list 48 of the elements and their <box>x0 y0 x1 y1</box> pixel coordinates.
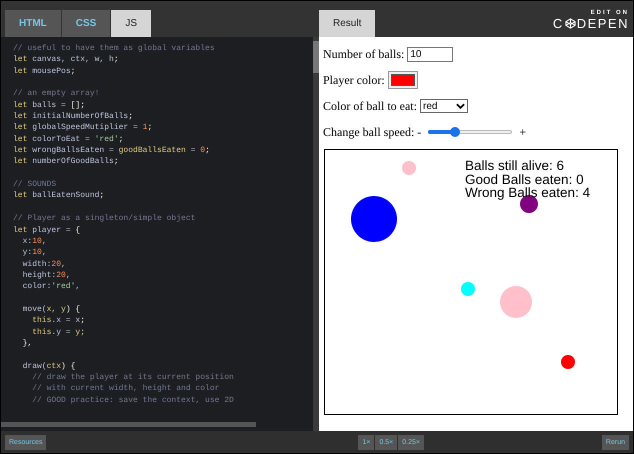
code-line: draw(ctx) { <box>22 360 76 372</box>
code-line: // draw the player at its current position <box>31 372 235 384</box>
code-line: let numberOfGoodBalls; <box>13 156 120 168</box>
field-label: + <box>519 124 526 140</box>
code-line: // with current width, height and color <box>31 383 220 395</box>
code-line: // an empty array! <box>13 88 100 100</box>
editor-tab[interactable]: HTML <box>5 10 61 37</box>
score-text: Wrong Balls eaten: 4 <box>465 186 590 200</box>
code-line: let mousePos; <box>13 66 76 78</box>
code-line: let player = { <box>13 224 82 236</box>
select-dropdown[interactable]: red <box>420 99 468 113</box>
code-line: // SOUNDS <box>13 179 58 190</box>
code-line: }, <box>22 338 34 350</box>
scrollbar[interactable] <box>313 41 319 73</box>
scrollbar[interactable] <box>1 422 256 427</box>
code-line: y:10, <box>22 247 48 259</box>
editor-tab[interactable]: CSS <box>62 10 110 37</box>
number-field[interactable]: 10 <box>407 46 454 62</box>
code-line: height:20, <box>22 270 72 282</box>
cube-icon <box>564 18 576 29</box>
score-text: Balls still alive: 6 <box>465 159 566 172</box>
field-label: Number of balls: <box>323 46 404 62</box>
code-line: // Player as a singleton/simple object <box>13 213 196 224</box>
caret-icon <box>456 103 465 109</box>
field-label: Color of ball to eat: <box>323 98 417 114</box>
code-line: // GOOD practice: save the context, use 2D <box>31 394 235 406</box>
score-text: Good Balls eaten: 0 <box>465 172 585 186</box>
code-line: width:20, <box>22 258 67 270</box>
logo-text: C <box>552 16 564 31</box>
code-line: let colorToEat = 'red'; <box>13 134 124 146</box>
color-picker[interactable] <box>388 71 418 89</box>
code-line: // useful to have them as global variables <box>13 43 216 54</box>
code-line: x:10, <box>22 236 48 248</box>
field-label: Player color: <box>323 72 385 88</box>
code-line: let ballEatenSound; <box>13 190 106 202</box>
code-line: color:'red', <box>22 281 82 293</box>
editor-tab[interactable]: JS <box>111 10 152 37</box>
code-line: let wrongBallsEaten = goodBallsEaten = 0; <box>13 145 211 156</box>
logo-text: DEPEN <box>576 16 629 31</box>
result-tab[interactable]: Result <box>319 10 376 37</box>
field-label: Change ball speed: - <box>323 124 422 140</box>
code-line: this.x = x; <box>31 315 86 327</box>
code-line: let balls = []; <box>13 100 86 112</box>
code-line: let initialNumberOfBalls; <box>13 111 134 122</box>
code-line: this.y = y; <box>31 326 86 338</box>
code-line: let canvas, ctx, w, h; <box>13 54 120 66</box>
code-line: let globalSpeedMutiplier = 1; <box>13 122 154 134</box>
code-line: move(x, y) { <box>22 304 82 316</box>
